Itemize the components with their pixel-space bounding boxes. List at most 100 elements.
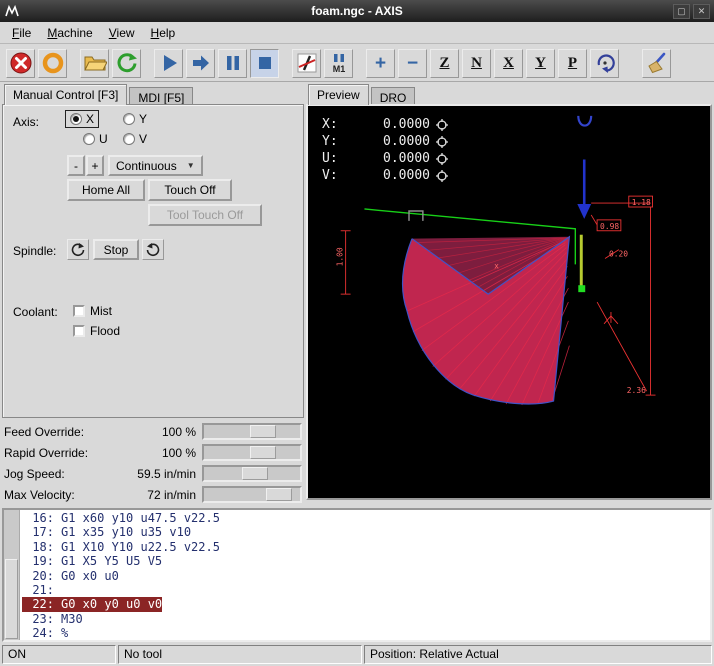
axis-radio-y[interactable]: Y: [119, 111, 151, 127]
gcode-scrollbar-thumb[interactable]: [5, 559, 18, 639]
feed-override-slider[interactable]: [202, 423, 302, 440]
gcode-line: 18:G1 X10 Y10 u22.5 v22.5: [22, 540, 710, 554]
optional-pause-button[interactable]: M1: [324, 49, 353, 78]
tab-manual-control[interactable]: Manual Control [F3]: [4, 84, 127, 105]
window-title: foam.ngc - AXIS: [0, 4, 714, 18]
gcode-scrollbar[interactable]: [4, 510, 20, 640]
close-button[interactable]: ✕: [693, 4, 710, 19]
zoom-out-button[interactable]: −: [398, 49, 427, 78]
tool-touch-off-button[interactable]: Tool Touch Off: [148, 204, 262, 226]
menu-help[interactable]: Help: [143, 24, 184, 42]
spindle-ccw-button[interactable]: [67, 239, 89, 260]
gcode-line: 20:G0 x0 u0: [22, 569, 710, 583]
optional-pause-icon: M1: [327, 51, 351, 75]
reload-icon: [115, 51, 139, 75]
tool-arrow: [577, 116, 591, 219]
gcode-line: 21:: [22, 583, 710, 597]
rapid-override-slider[interactable]: [202, 444, 302, 461]
axis-radio-u[interactable]: U: [79, 131, 112, 147]
dro-row-v: V: 0.0000: [322, 167, 448, 184]
gcode-listing: 16:G1 x60 y10 u47.5 v22.5 17:G1 x35 y10 …: [2, 508, 712, 642]
run-button[interactable]: [154, 49, 183, 78]
touch-off-button[interactable]: Touch Off: [148, 179, 232, 201]
flood-checkbox[interactable]: Flood: [73, 324, 120, 338]
stop-button[interactable]: [250, 49, 279, 78]
view-perspective-icon: P: [568, 55, 577, 72]
view-z-rotated-button[interactable]: N: [462, 49, 491, 78]
stop-icon: [253, 51, 277, 75]
feed-override-label: Feed Override:: [4, 425, 84, 439]
radio-x-icon: [70, 113, 82, 125]
axis-radio-x[interactable]: X: [65, 110, 99, 128]
plus-icon: +: [375, 54, 386, 73]
view-z-icon: Z: [439, 55, 449, 72]
pause-icon: [221, 51, 245, 75]
radio-u-icon: [83, 133, 95, 145]
gcode-line: 23:M30: [22, 612, 710, 626]
machine-power-button[interactable]: [38, 49, 67, 78]
svg-text:M1: M1: [332, 64, 345, 74]
mist-checkbox[interactable]: Mist: [73, 304, 112, 318]
menubar: File Machine View Help: [0, 22, 714, 44]
step-button[interactable]: [186, 49, 215, 78]
rapid-override-handle[interactable]: [250, 446, 276, 459]
jog-plus-button[interactable]: +: [86, 155, 104, 176]
toolbar: M1 + − Z N X Y P: [0, 45, 714, 82]
reload-button[interactable]: [112, 49, 141, 78]
maximize-button[interactable]: ▢: [673, 4, 690, 19]
axis-window: { "window": { "title": "foam.ngc - AXIS"…: [0, 0, 714, 666]
menu-view[interactable]: View: [101, 24, 143, 42]
mist-checkbox-icon: [73, 305, 85, 317]
unhomed-icon: [436, 136, 448, 148]
menu-file[interactable]: File: [4, 24, 39, 42]
gcode-lines[interactable]: 16:G1 x60 y10 u47.5 v22.5 17:G1 x35 y10 …: [20, 510, 710, 640]
home-all-button[interactable]: Home All: [67, 179, 145, 201]
gcode-line: 16:G1 x60 y10 u47.5 v22.5: [22, 511, 710, 525]
rotate-view-button[interactable]: [590, 49, 619, 78]
pause-button[interactable]: [218, 49, 247, 78]
jog-mode-select[interactable]: Continuous ▼: [108, 155, 203, 176]
svg-text:1.18: 1.18: [632, 198, 651, 207]
spindle-cw-button[interactable]: [142, 239, 164, 260]
view-y-icon: Y: [535, 55, 546, 72]
view-z-button[interactable]: Z: [430, 49, 459, 78]
minus-icon: −: [407, 54, 418, 73]
power-icon: [41, 51, 65, 75]
dro-readout: X: 0.0000 Y: 0.0000 U: 0.0000 V: 0.0000: [322, 116, 448, 184]
max-velocity-slider[interactable]: [202, 486, 302, 503]
feed-override-value: 100 %: [100, 425, 196, 439]
broom-icon: [645, 51, 669, 75]
jog-speed-handle[interactable]: [242, 467, 268, 480]
right-tab-bar: Preview DRO: [308, 84, 417, 105]
axis-radio-v[interactable]: V: [119, 131, 151, 147]
svg-text:0.98: 0.98: [600, 222, 619, 231]
spindle-stop-button[interactable]: Stop: [93, 239, 139, 260]
preview-panel[interactable]: 1.18 0.98 0.20 1.00 2.36 x X: 0.0000 Y: …: [306, 104, 712, 500]
view-perspective-button[interactable]: P: [558, 49, 587, 78]
feed-override-handle[interactable]: [250, 425, 276, 438]
machine-state-status: ON: [2, 645, 116, 664]
spindle-cw-icon: [145, 242, 161, 258]
view-x-button[interactable]: X: [494, 49, 523, 78]
tab-mdi[interactable]: MDI [F5]: [129, 87, 193, 105]
unhomed-icon: [436, 153, 448, 165]
tab-preview[interactable]: Preview: [308, 84, 369, 105]
dro-row-x: X: 0.0000: [322, 116, 448, 133]
max-velocity-handle[interactable]: [266, 488, 292, 501]
jog-minus-button[interactable]: -: [67, 155, 85, 176]
estop-icon: [9, 51, 33, 75]
estop-button[interactable]: [6, 49, 35, 78]
jog-speed-slider[interactable]: [202, 465, 302, 482]
svg-text:2.36: 2.36: [627, 386, 646, 395]
menu-machine[interactable]: Machine: [39, 24, 100, 42]
rotate-icon: [593, 51, 617, 75]
view-z-rotated-icon: N: [471, 55, 482, 72]
view-y-button[interactable]: Y: [526, 49, 555, 78]
tab-dro[interactable]: DRO: [371, 87, 416, 105]
open-file-button[interactable]: [80, 49, 109, 78]
skip-lines-button[interactable]: [292, 49, 321, 78]
zoom-in-button[interactable]: +: [366, 49, 395, 78]
clear-plot-button[interactable]: [642, 49, 671, 78]
spindle-label: Spindle:: [13, 244, 56, 258]
position-status: Position: Relative Actual: [364, 645, 712, 664]
